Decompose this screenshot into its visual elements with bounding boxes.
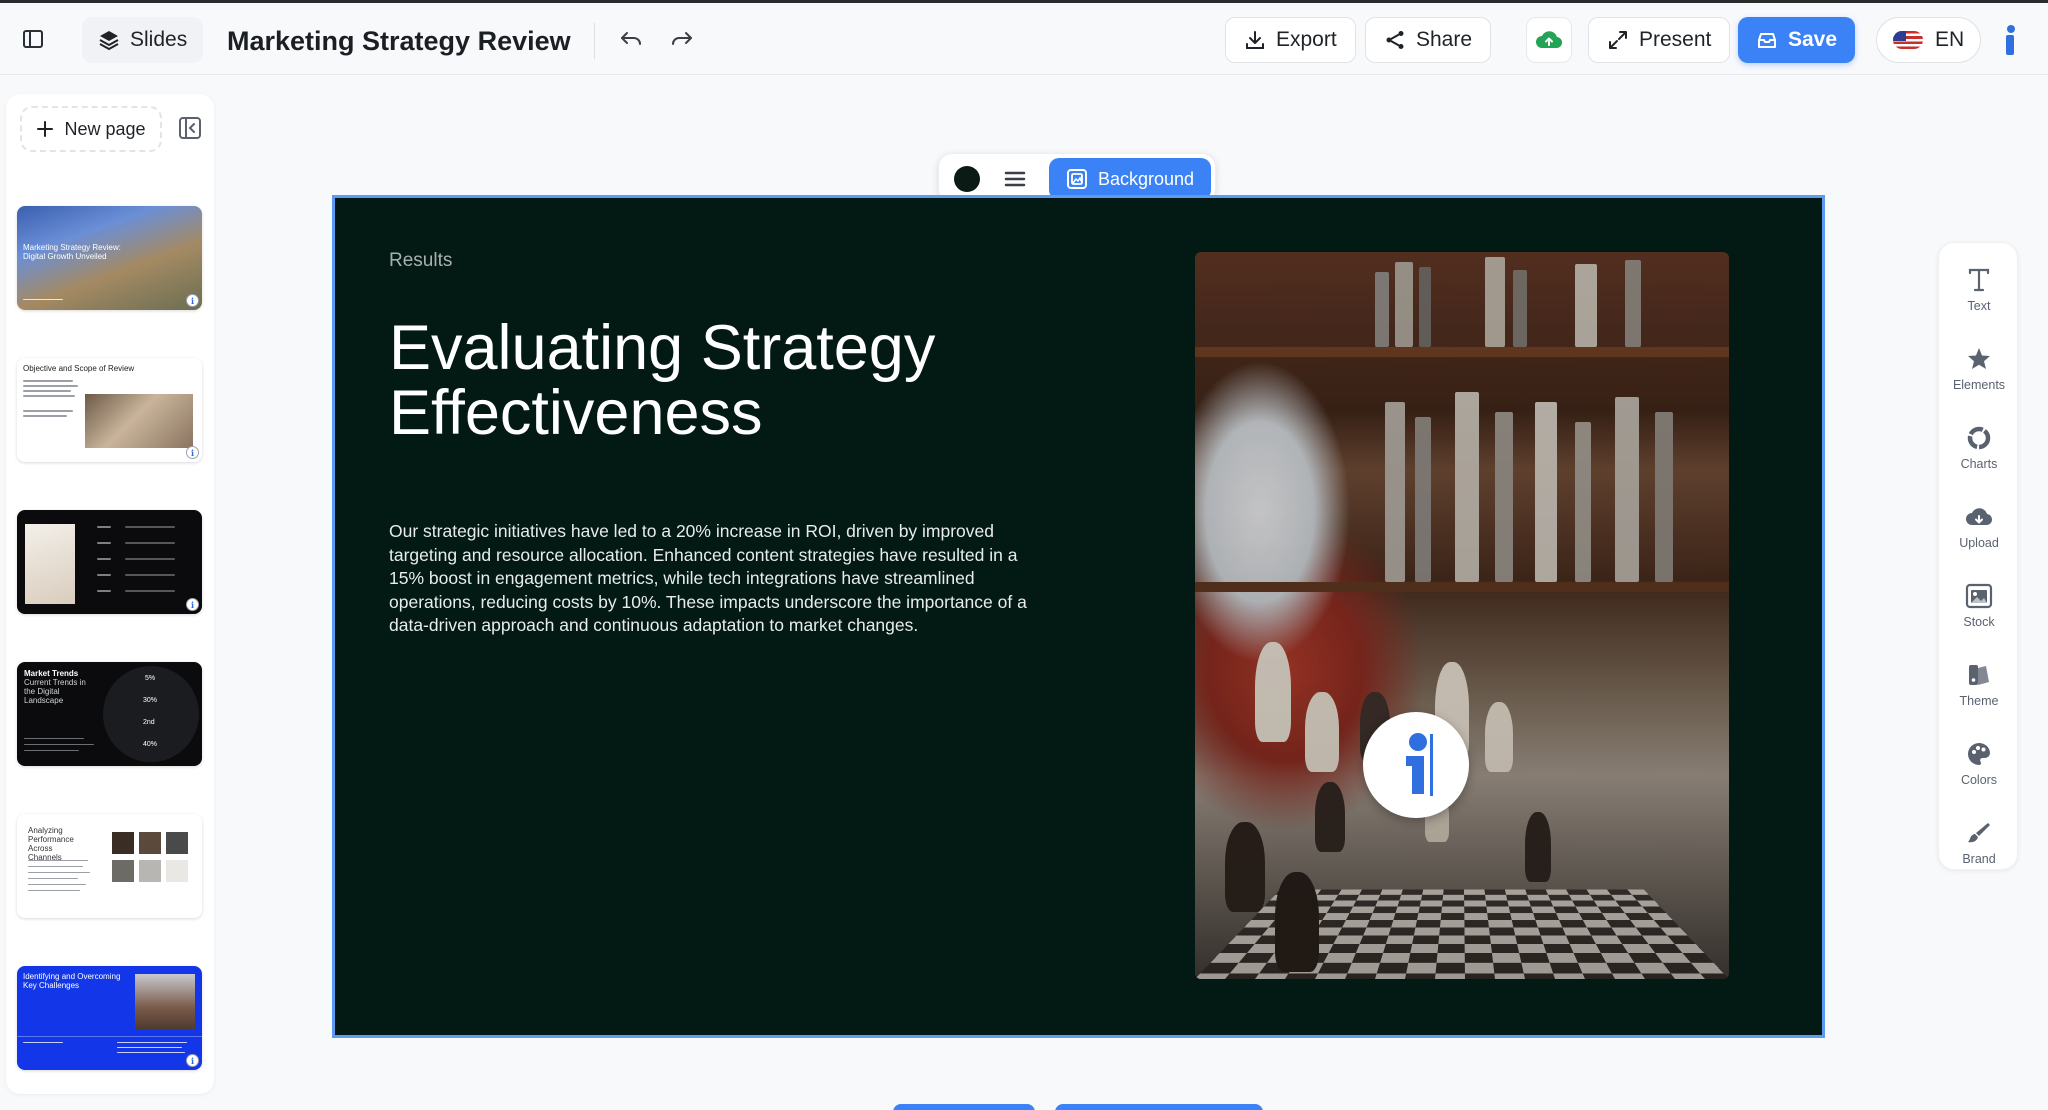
slides-label: Slides	[130, 28, 188, 51]
sidebar-toggle-button[interactable]	[11, 17, 55, 61]
thumbnail-stat: 40%	[143, 741, 158, 748]
plus-icon	[37, 121, 54, 137]
save-icon	[1758, 33, 1776, 48]
slide-thumbnail-4[interactable]: Market Trends Current Trends in the Digi…	[17, 662, 202, 766]
info-badge-icon: i	[186, 294, 199, 307]
thumbnail-image	[85, 394, 193, 448]
info-badge-icon: i	[186, 598, 199, 611]
thumbnail-title: Market Trends	[24, 669, 79, 678]
cloud-upload-icon	[1966, 508, 1993, 526]
download-icon	[1246, 31, 1264, 49]
thumbnail-title: Marketing Strategy Review: Digital Growt…	[23, 243, 121, 261]
info-logo-icon[interactable]	[2002, 23, 2018, 57]
slide-body-text[interactable]: Our strategic initiatives have led to a …	[389, 520, 1054, 638]
slides-menu-button[interactable]: Slides	[82, 17, 204, 63]
cloud-sync-button[interactable]	[1526, 17, 1572, 63]
theme-icon	[1969, 665, 1989, 685]
info-badge-icon: i	[186, 1054, 199, 1067]
slide-title[interactable]: Evaluating Strategy Effectiveness	[389, 316, 1009, 446]
slide-canvas[interactable]: Results Evaluating Strategy Effectivenes…	[332, 195, 1825, 1038]
chess-photo[interactable]	[1195, 252, 1729, 979]
cloud-upload-icon	[1536, 31, 1563, 49]
share-icon	[1386, 31, 1404, 49]
tool-elements[interactable]: Elements	[1939, 334, 2019, 404]
layers-icon	[99, 31, 119, 51]
toolbar-divider	[594, 23, 595, 59]
bottom-action-button[interactable]	[893, 1104, 1035, 1110]
slide-thumbnail-5[interactable]: Analyzing Performance Across Channels	[17, 814, 202, 918]
tool-label: Elements	[1952, 378, 2006, 392]
tool-label: Upload	[1959, 536, 1999, 550]
tool-label: Text	[1967, 299, 1991, 313]
thumbnail-title: Identifying and Overcoming Key Challenge…	[23, 972, 121, 990]
new-page-button[interactable]: New page	[20, 106, 162, 152]
export-label: Export	[1276, 28, 1337, 51]
save-button[interactable]: Save	[1738, 17, 1856, 63]
new-page-label: New page	[64, 118, 146, 139]
document-title[interactable]: Marketing Strategy Review	[227, 21, 571, 61]
info-badge-icon: i	[186, 446, 199, 459]
slide-thumbnail-1[interactable]: Marketing Strategy Review: Digital Growt…	[17, 206, 202, 310]
tool-label: Colors	[1960, 773, 1998, 787]
background-image-icon	[1066, 169, 1087, 189]
collapse-panel-icon[interactable]	[176, 114, 204, 142]
thumbnail-image	[25, 524, 75, 604]
text-icon	[1968, 268, 1990, 292]
tool-label: Stock	[1963, 615, 1995, 629]
tool-label: Brand	[1962, 852, 1996, 866]
thumbnail-stat: 2nd	[143, 719, 155, 726]
us-flag-icon	[1893, 31, 1923, 49]
present-button[interactable]: Present	[1588, 17, 1731, 63]
brush-icon	[1968, 823, 1990, 843]
save-label: Save	[1788, 28, 1838, 51]
slide-thumbnail-3[interactable]: i	[17, 510, 202, 614]
tool-text[interactable]: Text	[1939, 255, 2019, 325]
thumbnail-stat: 30%	[143, 697, 158, 704]
star-icon	[1968, 348, 1990, 369]
info-logo-icon	[1406, 733, 1433, 796]
menu-lines-icon[interactable]	[1001, 165, 1029, 193]
slide-thumbnail-2[interactable]: Objective and Scope of Review i	[17, 358, 202, 462]
language-label: EN	[1935, 28, 1965, 51]
slides-sidebar: New page Marketing Strategy Review: Digi…	[6, 94, 214, 1094]
assistant-info-button[interactable]	[1363, 712, 1469, 818]
tools-sidebar: Text Elements Charts Upload Stock Theme …	[1938, 242, 2018, 870]
thumbnail-title: Analyzing Performance Across Channels	[28, 826, 74, 862]
thumbnail-stat: 5%	[145, 675, 156, 682]
slide-thumbnail-6[interactable]: Identifying and Overcoming Key Challenge…	[17, 966, 202, 1070]
tool-colors[interactable]: Colors	[1939, 729, 2019, 799]
tool-theme[interactable]: Theme	[1939, 650, 2019, 720]
tool-label: Theme	[1959, 694, 1999, 708]
thumbnail-image	[135, 974, 195, 1030]
chart-icon	[1967, 426, 1991, 450]
present-label: Present	[1639, 28, 1712, 51]
undo-button[interactable]	[609, 17, 653, 61]
share-button[interactable]: Share	[1365, 17, 1492, 63]
sidebar-toggle-icon	[23, 30, 43, 48]
language-selector[interactable]: EN	[1876, 17, 1982, 63]
slide-section-label[interactable]: Results	[389, 250, 452, 272]
tool-label: Charts	[1960, 457, 1998, 471]
tool-upload[interactable]: Upload	[1939, 492, 2019, 562]
redo-button[interactable]	[660, 17, 704, 61]
top-bar: Slides Marketing Strategy Review Export …	[0, 3, 2048, 75]
export-button[interactable]: Export	[1225, 17, 1356, 63]
redo-icon	[672, 32, 692, 45]
tool-charts[interactable]: Charts	[1939, 413, 2019, 483]
tool-stock[interactable]: Stock	[1939, 571, 2019, 641]
background-label: Background	[1097, 168, 1195, 189]
palette-icon	[1968, 743, 1990, 765]
share-label: Share	[1416, 28, 1473, 51]
background-color-picker[interactable]	[954, 166, 980, 192]
tool-brand[interactable]: Brand	[1939, 808, 2019, 878]
bottom-action-button[interactable]	[1055, 1104, 1263, 1110]
image-icon	[1965, 583, 1993, 609]
expand-icon	[1609, 31, 1627, 49]
thumbnail-subtitle: Current Trends in the Digital Landscape	[24, 678, 86, 705]
background-button[interactable]: Background	[1049, 158, 1211, 200]
undo-icon	[621, 32, 641, 45]
thumbnail-title: Objective and Scope of Review	[23, 364, 135, 373]
